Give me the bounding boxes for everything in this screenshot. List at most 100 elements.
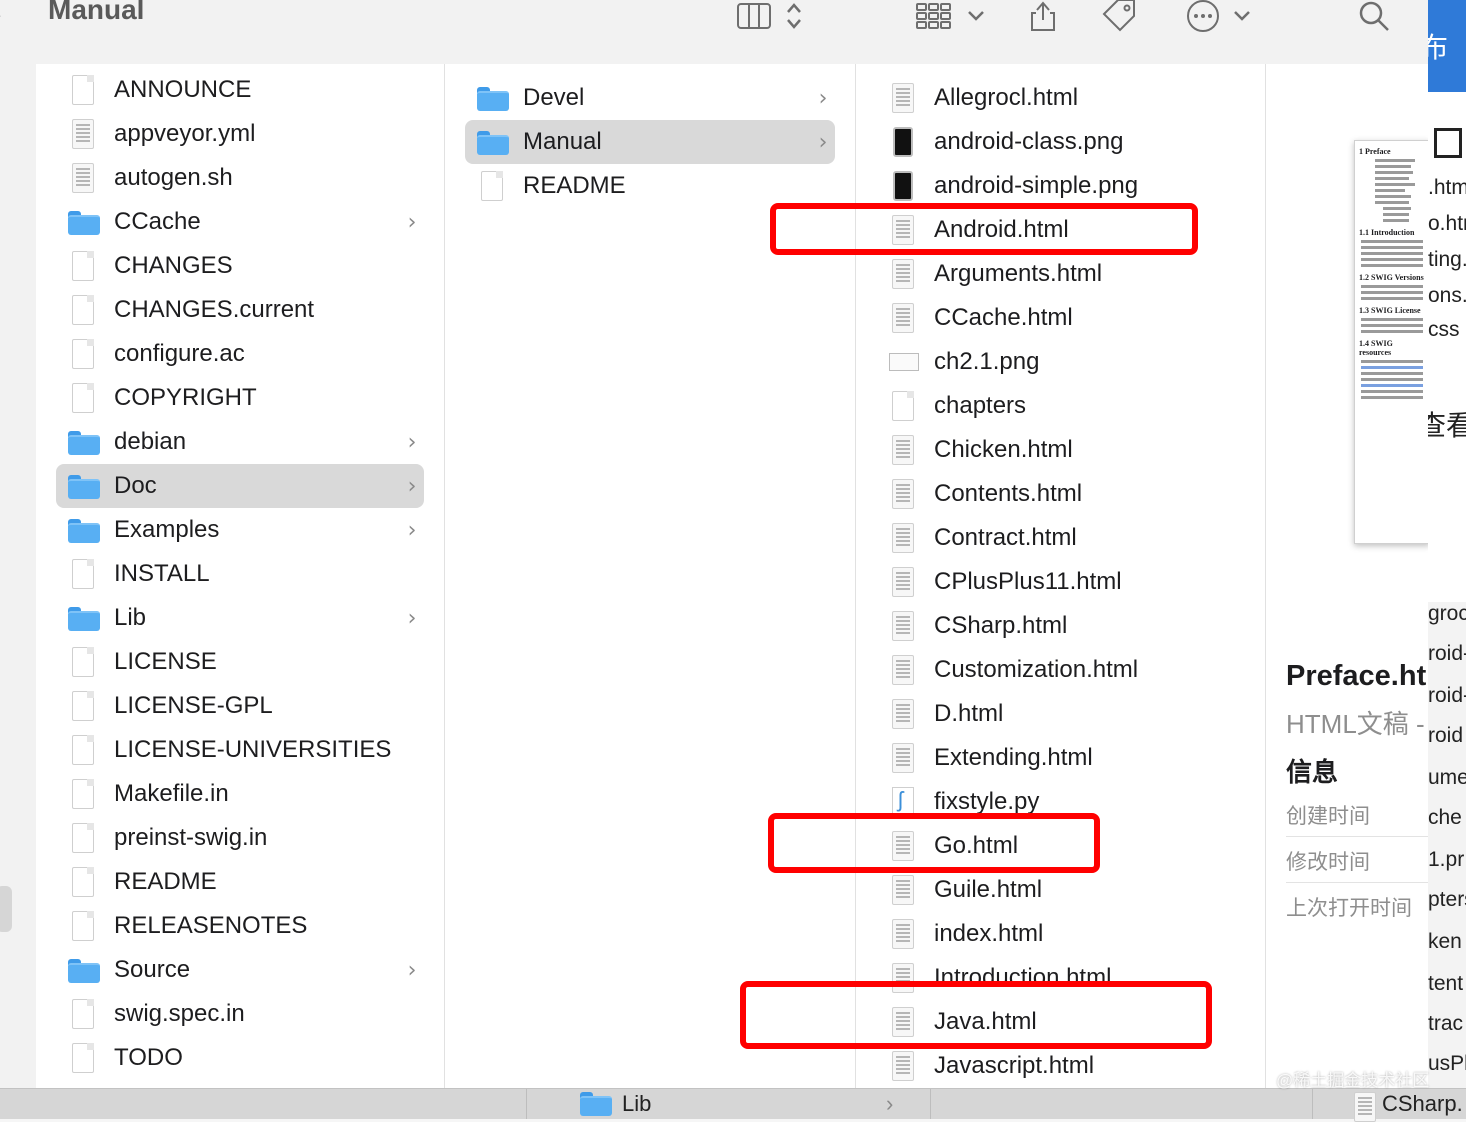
file-row[interactable]: Examples › <box>56 508 424 552</box>
divider <box>1286 882 1428 883</box>
file-row[interactable]: Manual › <box>465 120 835 164</box>
file-row[interactable]: TODO <box>56 1036 424 1080</box>
file-row[interactable]: Devel › <box>465 76 835 120</box>
file-name: index.html <box>934 920 1044 947</box>
chevron-down-icon[interactable] <box>964 0 988 34</box>
background-window[interactable]: 布 查看 .htm o.htr ting. ons. css groc roid-roid-… <box>1428 0 1466 1118</box>
document-preview-thumbnail[interactable]: 1 Preface 1.1 Introduction 1.2 SWIG Vers… <box>1354 140 1428 544</box>
file-row[interactable]: autogen.sh <box>56 156 424 200</box>
thumb-heading: 1.1 Introduction <box>1359 228 1415 237</box>
file-row[interactable]: README <box>56 860 424 904</box>
file-row[interactable]: debian › <box>56 420 424 464</box>
chevron-right-icon: › <box>407 429 417 455</box>
file-row[interactable]: Contract.html <box>876 516 1245 560</box>
file-row[interactable]: Contents.html <box>876 472 1245 516</box>
file-name: CCache <box>114 208 201 235</box>
document-icon <box>68 867 100 897</box>
actions-chevron-down-icon[interactable] <box>1230 0 1254 34</box>
document-icon <box>68 779 100 809</box>
file-row[interactable]: CPlusPlus11.html <box>876 560 1245 604</box>
search-icon[interactable] <box>1356 0 1392 34</box>
background-list-item: roid <box>1428 724 1464 747</box>
file-row[interactable]: D.html <box>876 692 1245 736</box>
file-row[interactable]: LICENSE-GPL <box>56 684 424 728</box>
file-row[interactable]: Arguments.html <box>876 252 1245 296</box>
file-row[interactable]: Allegrocl.html <box>876 76 1245 120</box>
file-row[interactable]: Lib › <box>56 596 424 640</box>
image-file-icon <box>888 347 920 377</box>
file-row[interactable]: LICENSE <box>56 640 424 684</box>
file-row[interactable]: chapters <box>876 384 1245 428</box>
background-list-item: o.htr <box>1428 212 1466 235</box>
document-icon <box>68 1043 100 1073</box>
file-row[interactable]: configure.ac <box>56 332 424 376</box>
chevron-right-icon: › <box>818 85 828 111</box>
html-file-icon <box>888 567 920 597</box>
sidebar-scroll-handle[interactable] <box>0 886 12 932</box>
file-name: Devel <box>523 84 585 111</box>
file-row[interactable]: swig.spec.in <box>56 992 424 1036</box>
file-row[interactable]: appveyor.yml <box>56 112 424 156</box>
file-row[interactable]: Extending.html <box>876 736 1245 780</box>
path-item-file[interactable]: CSharp. <box>1350 1089 1463 1122</box>
background-list-item: css <box>1428 318 1460 341</box>
file-row[interactable]: ANNOUNCE <box>56 68 424 112</box>
file-row[interactable]: CCache › <box>56 200 424 244</box>
file-row[interactable]: CSharp.html <box>876 604 1245 648</box>
html-file-icon <box>888 479 920 509</box>
file-name: android-simple.png <box>934 172 1139 199</box>
file-row[interactable]: Doc › <box>56 464 424 508</box>
image-file-icon <box>888 127 920 157</box>
file-row[interactable]: COPYRIGHT <box>56 376 424 420</box>
chevron-right-icon: › <box>407 517 417 543</box>
file-name: CCache.html <box>934 304 1073 331</box>
file-row[interactable]: CHANGES <box>56 244 424 288</box>
document-icon <box>68 823 100 853</box>
file-row[interactable]: Javascript.html <box>876 1044 1245 1088</box>
file-name: COPYRIGHT <box>114 384 257 411</box>
tag-icon[interactable] <box>1098 0 1140 34</box>
file-row[interactable]: ch2.1.png <box>876 340 1245 384</box>
file-row[interactable]: Customization.html <box>876 648 1245 692</box>
file-name: CSharp.html <box>934 612 1068 639</box>
file-row[interactable]: CHANGES.current <box>56 288 424 332</box>
file-row[interactable]: Source › <box>56 948 424 992</box>
background-list-item: ume <box>1428 766 1466 789</box>
file-row[interactable]: README <box>465 164 835 208</box>
file-row[interactable]: Guile.html <box>876 868 1245 912</box>
background-list-item: trac <box>1428 1012 1464 1035</box>
view-switch-chevron-icon[interactable] <box>784 0 804 34</box>
column-view-icon[interactable] <box>736 0 772 34</box>
text-file-icon <box>68 119 100 149</box>
file-name: appveyor.yml <box>114 120 256 147</box>
file-row[interactable]: Makefile.in <box>56 772 424 816</box>
file-row[interactable]: Chicken.html <box>876 428 1245 472</box>
watermark: @稀土掘金技术社区 <box>1276 1071 1430 1090</box>
header-glyph: 布 <box>1428 32 1449 63</box>
finder-toolbar: › Manual <box>0 0 1428 65</box>
group-grid-icon[interactable] <box>914 0 954 34</box>
background-glyph: 查看 <box>1428 410 1466 441</box>
file-row[interactable]: LICENSE-UNIVERSITIES <box>56 728 424 772</box>
html-file-icon <box>888 435 920 465</box>
file-row[interactable]: RELEASENOTES <box>56 904 424 948</box>
file-name: Source <box>114 956 191 983</box>
share-icon[interactable] <box>1026 0 1060 34</box>
folder-icon <box>68 475 100 499</box>
file-row[interactable]: android-simple.png <box>876 164 1245 208</box>
background-list-item: che <box>1428 806 1462 829</box>
file-name: debian <box>114 428 187 455</box>
path-item-lib[interactable]: Lib <box>580 1089 651 1119</box>
file-row[interactable]: CCache.html <box>876 296 1245 340</box>
file-row[interactable]: INSTALL <box>56 552 424 596</box>
html-file-icon <box>888 83 920 113</box>
document-icon <box>68 999 100 1029</box>
file-row[interactable]: android-class.png <box>876 120 1245 164</box>
background-list-item: pters <box>1428 888 1466 911</box>
file-row[interactable]: index.html <box>876 912 1245 956</box>
background-window-header: 布 <box>1428 0 1466 92</box>
back-chevron-icon[interactable]: › <box>0 2 1 28</box>
file-name: configure.ac <box>114 340 245 367</box>
file-row[interactable]: preinst-swig.in <box>56 816 424 860</box>
more-actions-icon[interactable] <box>1184 0 1222 34</box>
